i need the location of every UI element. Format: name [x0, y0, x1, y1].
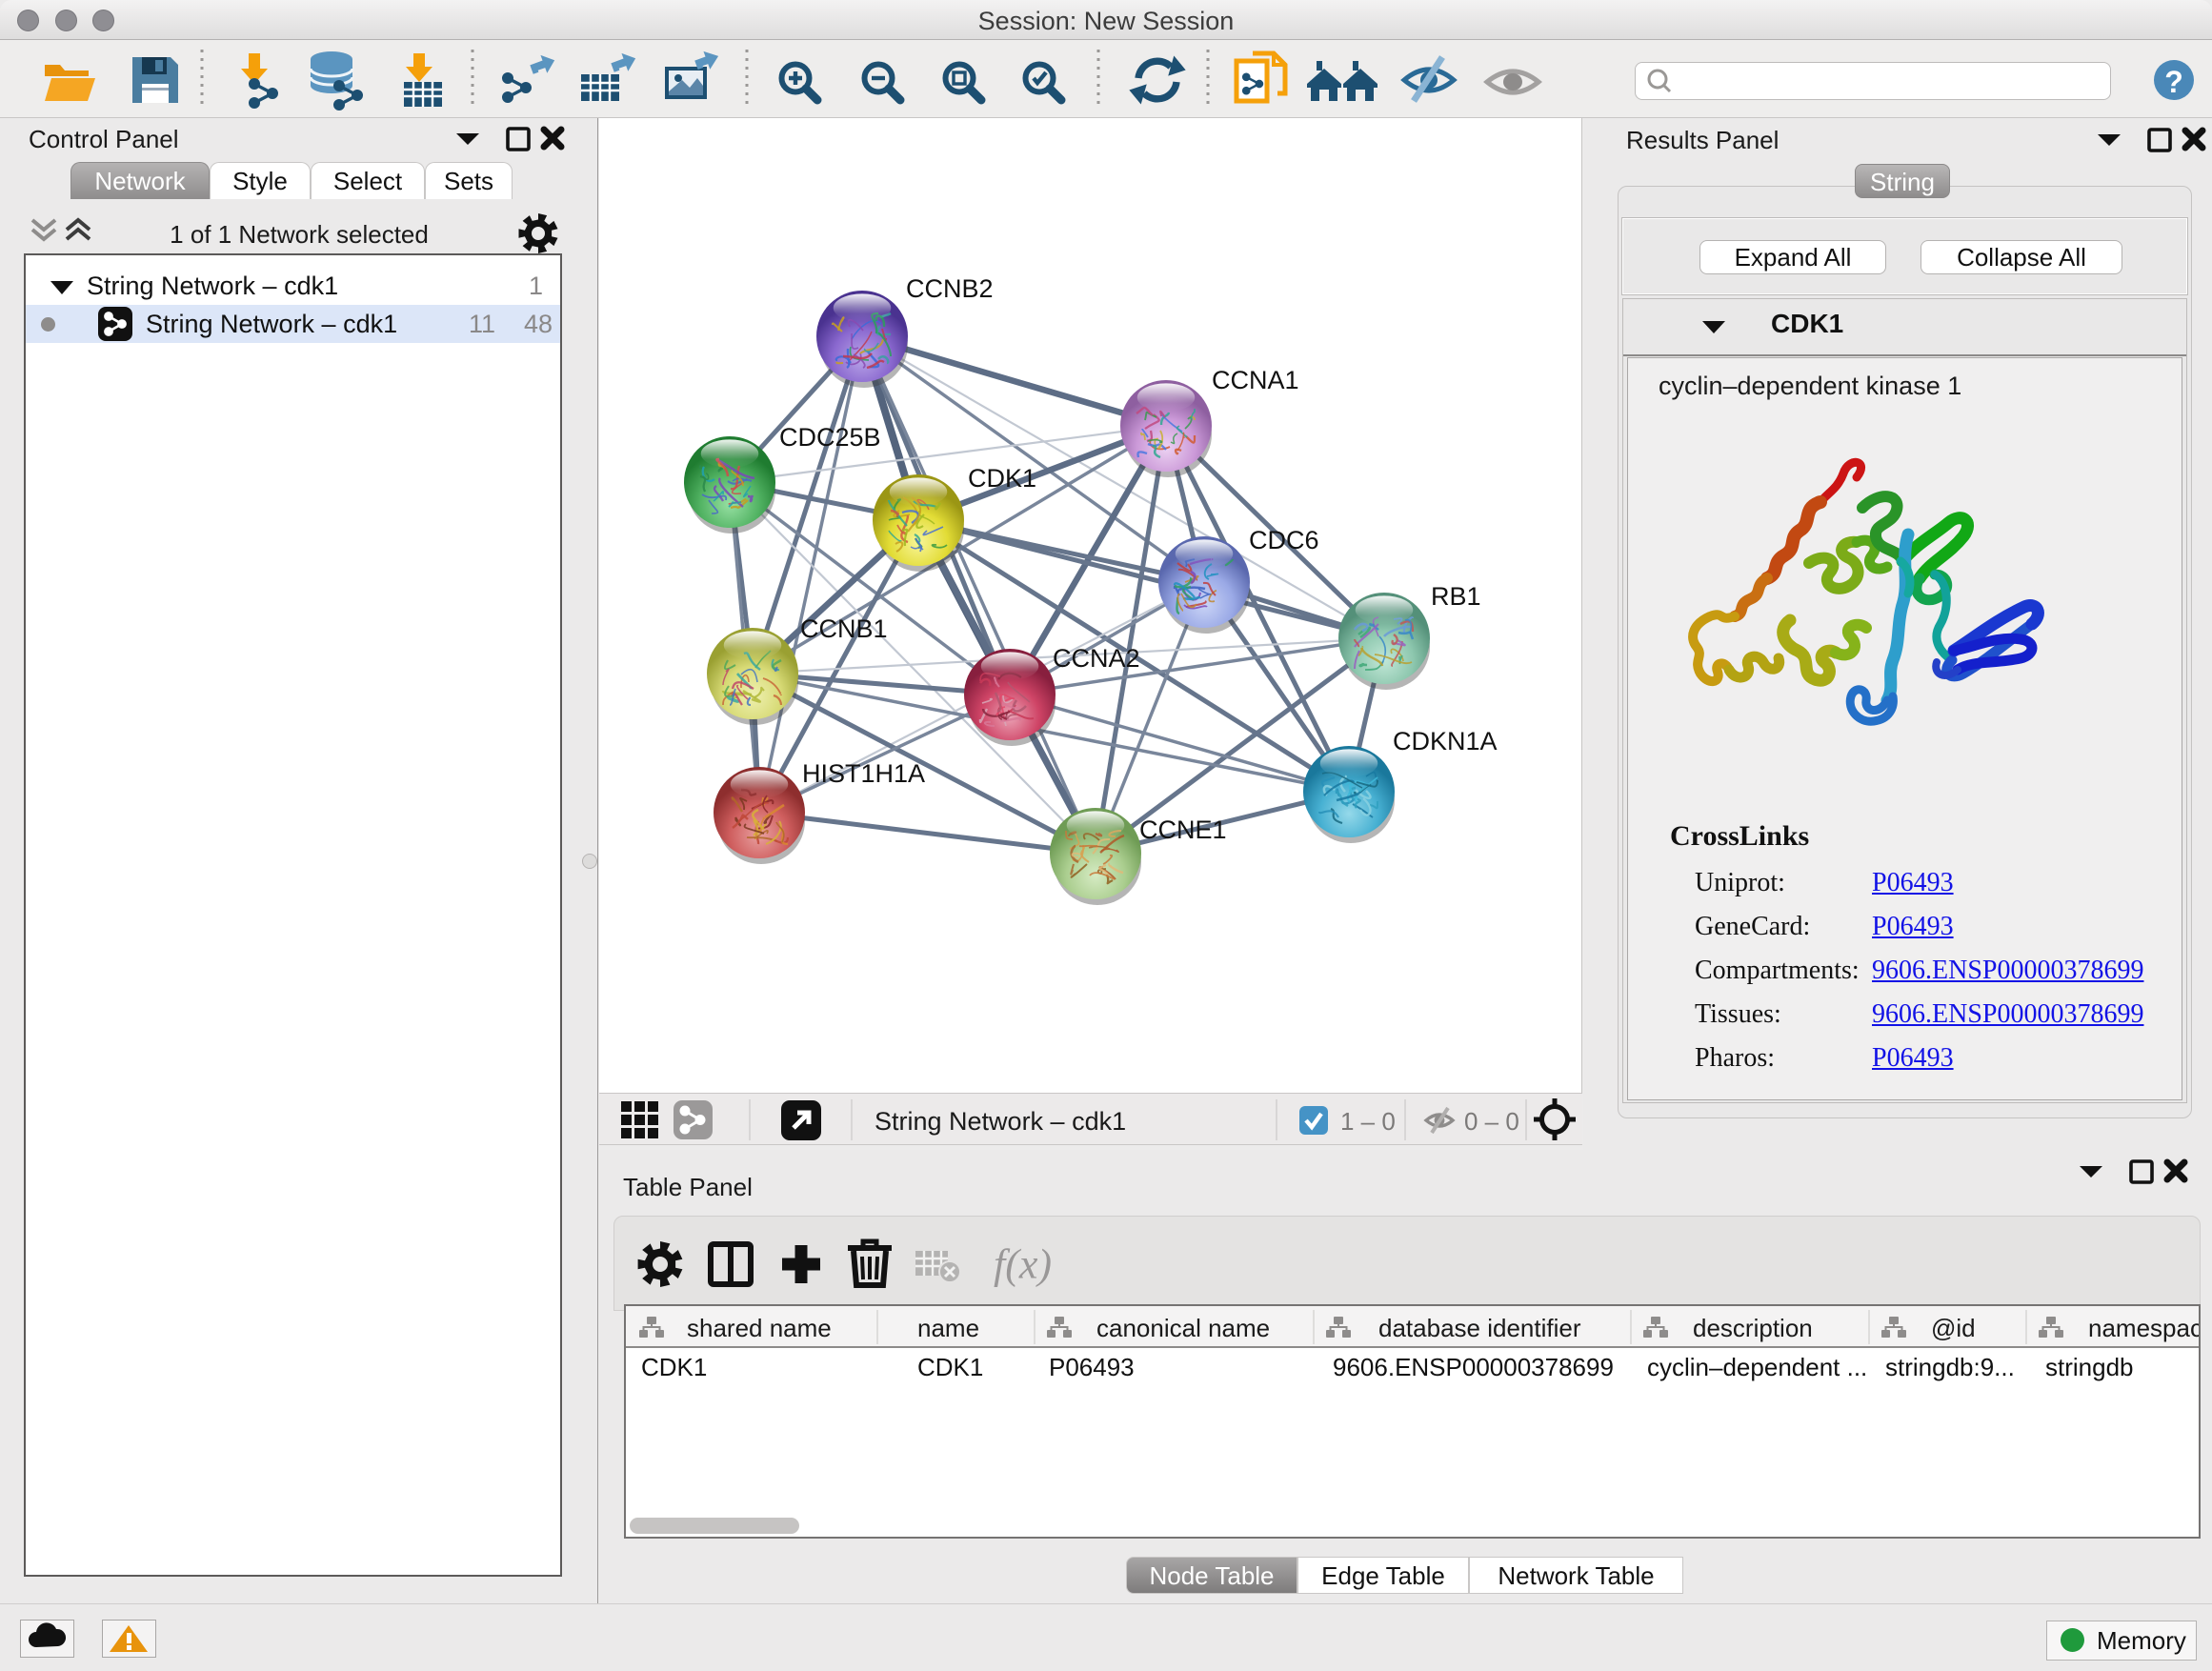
- svg-text:?: ?: [2164, 65, 2183, 99]
- svg-text:CDKN1A: CDKN1A: [1393, 727, 1498, 755]
- svg-text:CCNB2: CCNB2: [906, 274, 994, 303]
- svg-text:String Network – cdk1: String Network – cdk1: [875, 1107, 1126, 1136]
- svg-text:CCNA2: CCNA2: [1053, 644, 1140, 673]
- svg-text:CCNA1: CCNA1: [1212, 366, 1299, 394]
- svg-text:CDC6: CDC6: [1249, 526, 1319, 554]
- svg-text:CCNE1: CCNE1: [1139, 815, 1227, 844]
- svg-text:canonical name: canonical name: [1096, 1314, 1270, 1342]
- svg-text:shared name: shared name: [687, 1314, 832, 1342]
- svg-text:@id: @id: [1931, 1314, 1976, 1342]
- svg-text:CDC25B: CDC25B: [779, 423, 881, 452]
- svg-text:1 – 0: 1 – 0: [1340, 1107, 1396, 1136]
- svg-text:CDK1: CDK1: [968, 464, 1036, 493]
- svg-text:f(x): f(x): [994, 1241, 1052, 1288]
- svg-text:RB1: RB1: [1431, 582, 1481, 611]
- svg-text:name: name: [917, 1314, 979, 1342]
- svg-text:description: description: [1693, 1314, 1813, 1342]
- svg-text:0 – 0: 0 – 0: [1464, 1107, 1519, 1136]
- svg-text:HIST1H1A: HIST1H1A: [802, 759, 925, 788]
- svg-text:database identifier: database identifier: [1378, 1314, 1581, 1342]
- svg-text:CCNB1: CCNB1: [800, 614, 888, 643]
- svg-text:namespac: namespac: [2088, 1314, 2199, 1342]
